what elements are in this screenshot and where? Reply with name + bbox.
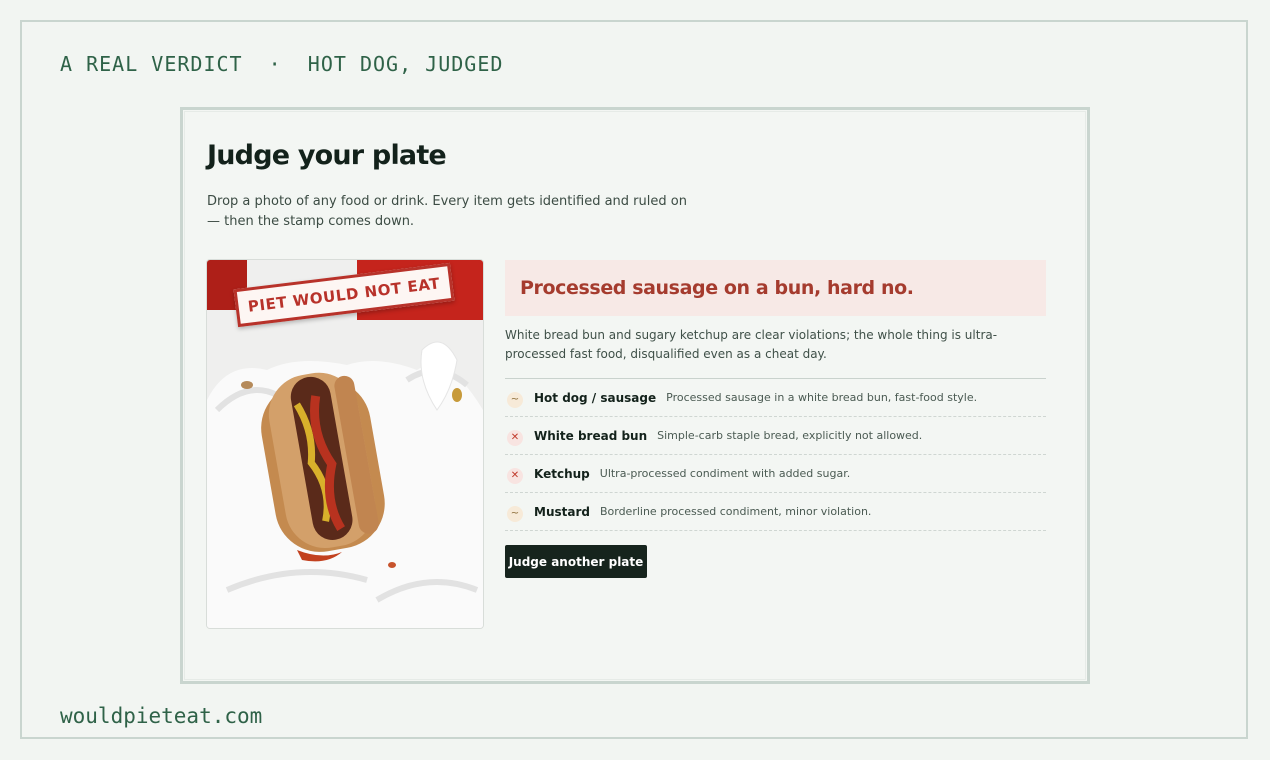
site-domain: wouldpieteat.com	[60, 704, 263, 728]
tilde-icon: ~	[507, 505, 523, 522]
verdict-headline: Processed sausage on a bun, hard no.	[520, 277, 914, 299]
page-subtitle: Drop a photo of any food or drink. Every…	[207, 194, 687, 229]
list-item: ✕ White bread bun Simple-carb staple bre…	[505, 417, 1046, 455]
item-name: Hot dog / sausage	[534, 390, 657, 405]
judge-card: Judge your plate Drop a photo of any foo…	[180, 107, 1090, 684]
item-name: White bread bun	[534, 428, 648, 443]
tilde-icon: ~	[507, 391, 523, 408]
list-item: ~ Hot dog / sausage Processed sausage in…	[505, 379, 1046, 417]
judge-another-plate-button[interactable]: Judge another plate	[505, 545, 647, 578]
item-note: Processed sausage in a white bread bun, …	[666, 391, 978, 404]
verdict-reason: White bread bun and sugary ketchup are c…	[505, 328, 998, 361]
page-title: Judge your plate	[207, 140, 447, 171]
cross-icon: ✕	[507, 429, 523, 446]
item-name: Mustard	[534, 504, 590, 519]
item-note: Borderline processed condiment, minor vi…	[599, 505, 872, 518]
item-name: Ketchup	[534, 466, 590, 481]
cross-icon: ✕	[507, 467, 523, 484]
food-photo: PIET WOULD NOT EAT	[207, 260, 483, 628]
list-item: ✕ Ketchup Ultra-processed condiment with…	[505, 455, 1046, 493]
verdict-banner: Processed sausage on a bun, hard no.	[505, 260, 1046, 316]
list-item: ~ Mustard Borderline processed condiment…	[505, 493, 1046, 531]
item-note: Ultra-processed condiment with added sug…	[599, 467, 851, 480]
page-kicker: A REAL VERDICT · HOT DOG, JUDGED	[60, 52, 504, 76]
item-note: Simple-carb staple bread, explicitly not…	[657, 429, 923, 442]
judged-items-list: ~ Hot dog / sausage Processed sausage in…	[505, 378, 1046, 531]
